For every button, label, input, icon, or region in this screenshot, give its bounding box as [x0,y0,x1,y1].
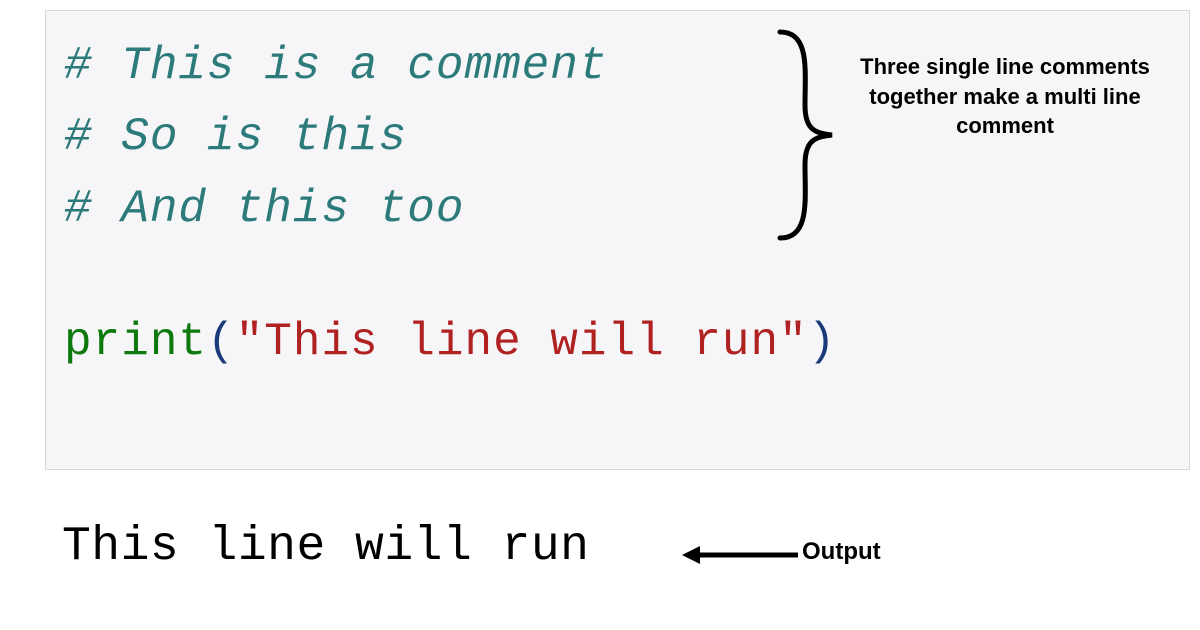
output-text: This line will run [62,520,589,574]
curly-brace-icon [760,20,860,250]
arrow-left-icon [680,540,800,570]
output-annotation: Output [802,538,881,566]
token-function: print [64,316,207,368]
comment-line-3: # And this too [64,174,1171,245]
token-string: "This line will run" [236,316,808,368]
token-paren-open: ( [207,316,236,368]
brace-annotation: Three single line comments together make… [855,52,1155,141]
token-paren-close: ) [808,316,837,368]
print-statement: print("This line will run") [64,307,1171,378]
